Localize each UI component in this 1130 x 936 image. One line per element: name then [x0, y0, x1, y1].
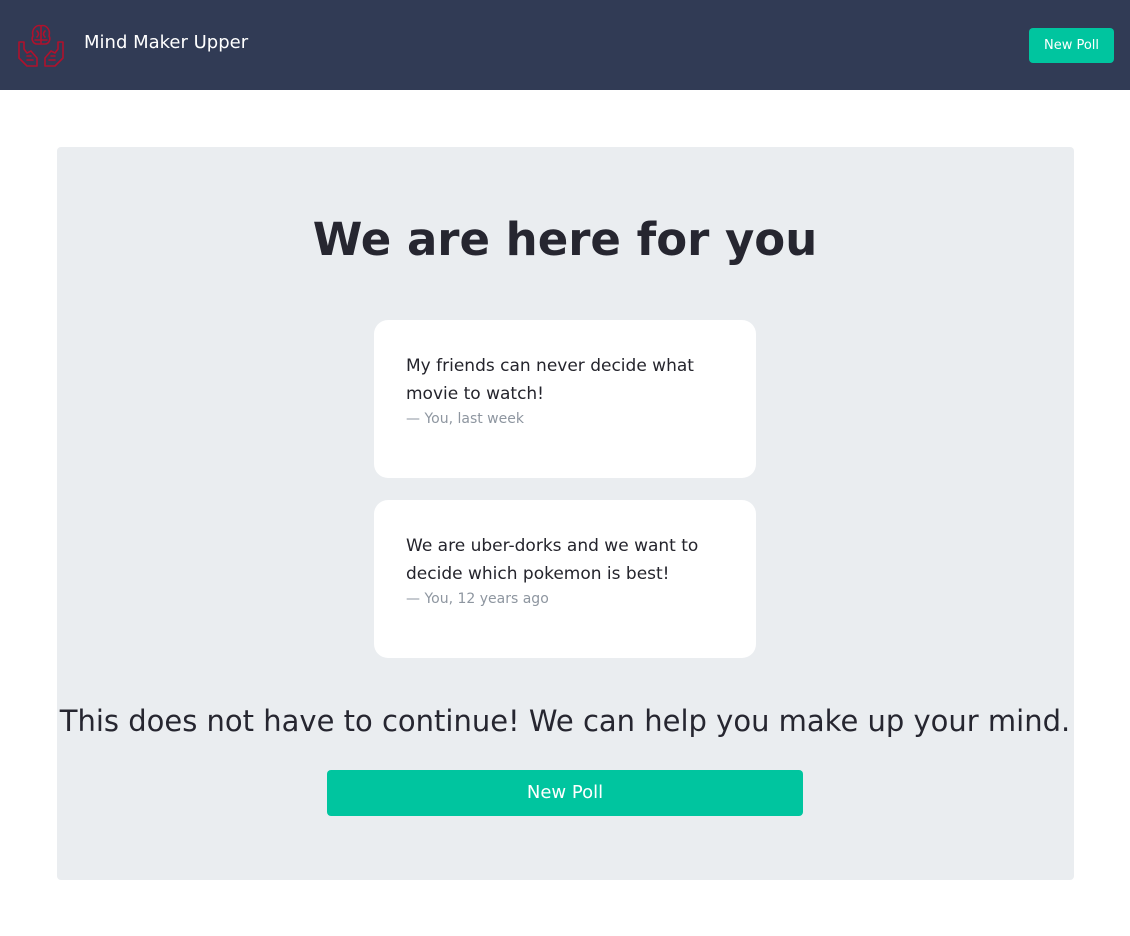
- new-poll-cta-button[interactable]: New Poll: [327, 770, 803, 816]
- testimonial-card: We are uber-dorks and we want to decide …: [374, 500, 756, 658]
- brand-name[interactable]: Mind Maker Upper: [84, 30, 248, 56]
- navbar: Mind Maker Upper New Poll: [0, 0, 1130, 90]
- testimonial-attribution: — You, 12 years ago: [406, 591, 549, 607]
- testimonial-card: My friends can never decide what movie t…: [374, 320, 756, 478]
- tagline: This does not have to continue! We can h…: [59, 704, 1071, 738]
- hands-holding-brain-icon[interactable]: [15, 20, 67, 72]
- testimonial-quote: My friends can never decide what movie t…: [406, 356, 694, 404]
- new-poll-nav-button[interactable]: New Poll: [1029, 28, 1114, 63]
- testimonial-attribution: — You, last week: [406, 411, 524, 427]
- testimonial-quote: We are uber-dorks and we want to decide …: [406, 536, 699, 584]
- hero-title: We are here for you: [312, 213, 818, 266]
